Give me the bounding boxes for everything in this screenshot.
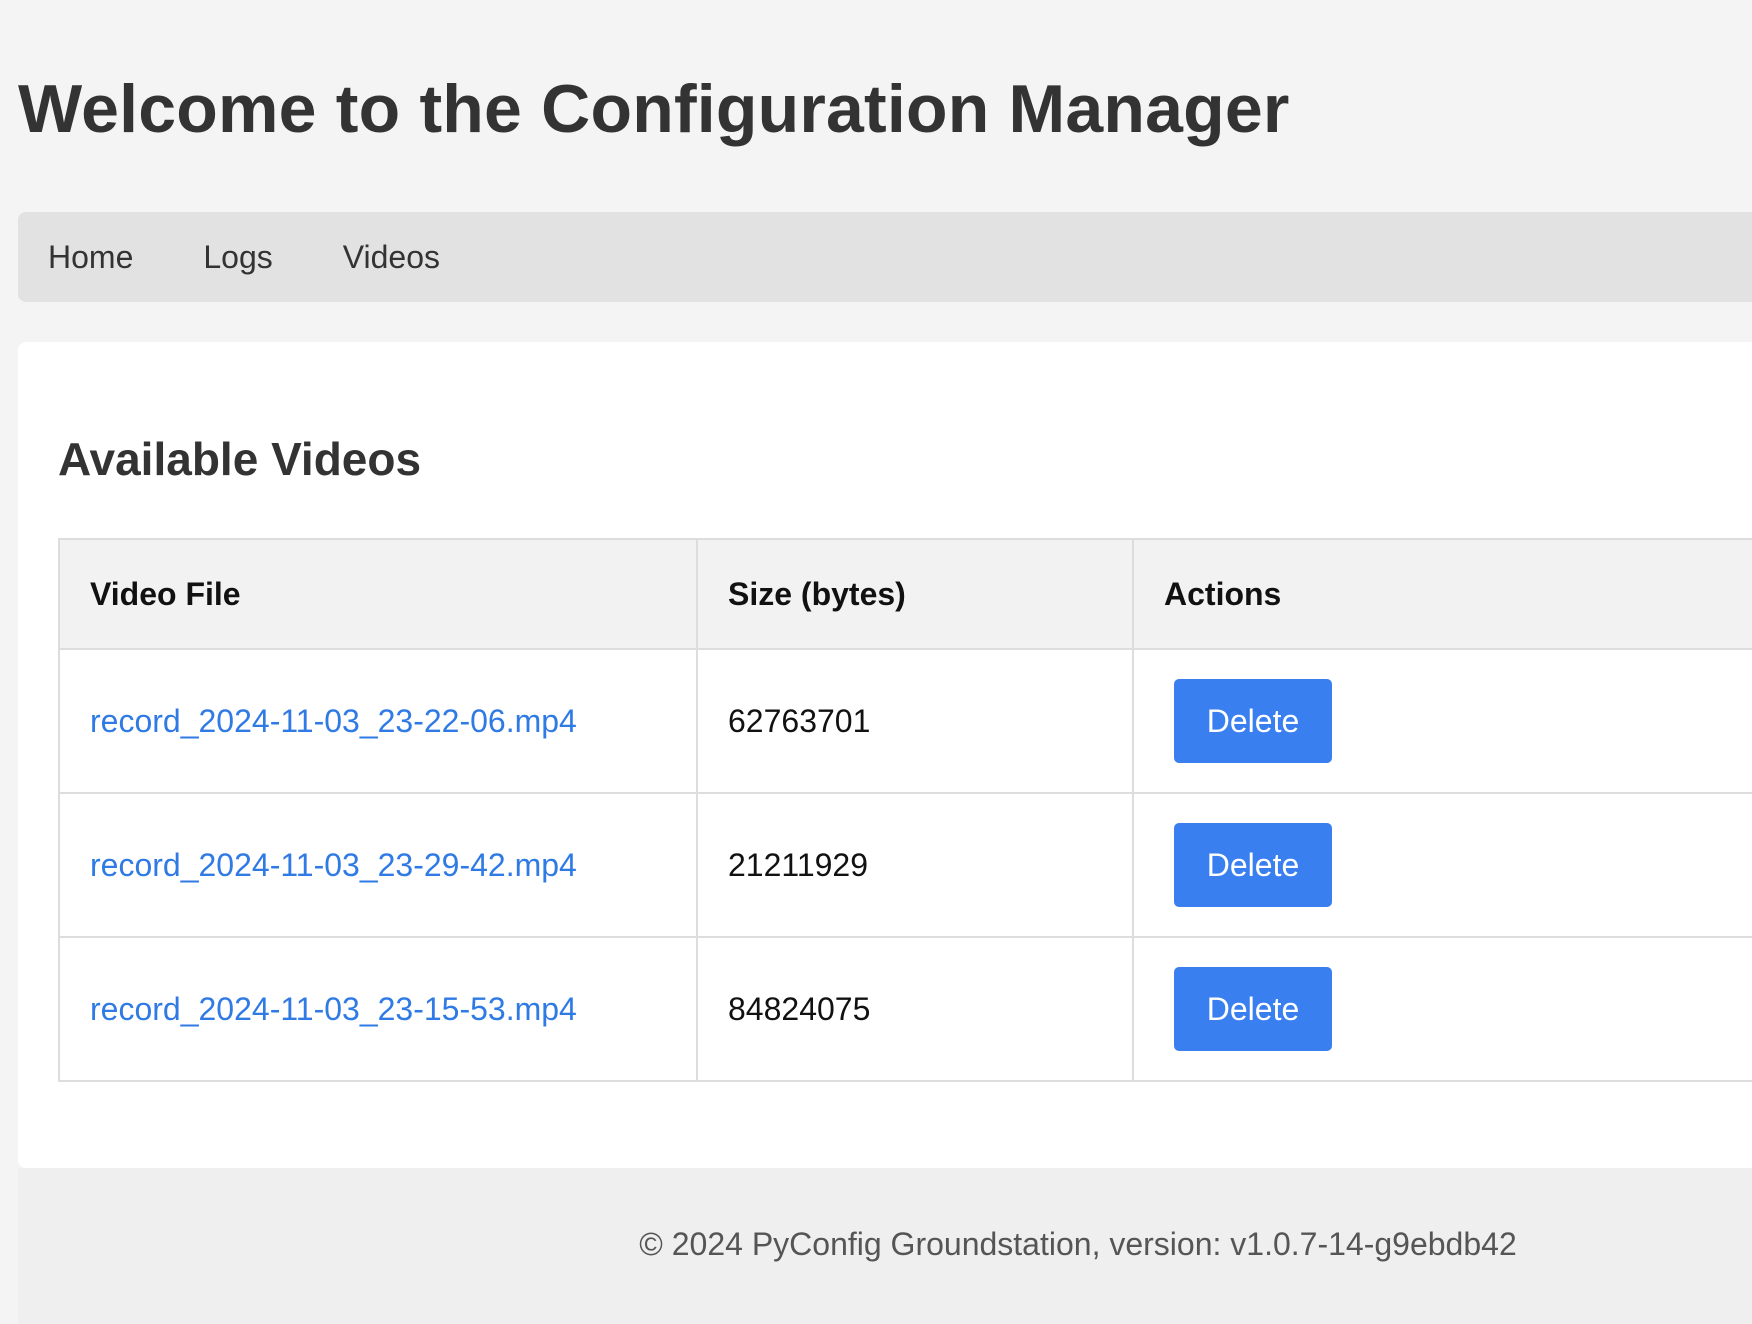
page-title: Welcome to the Configuration Manager: [18, 71, 1290, 147]
footer: © 2024 PyConfig Groundstation, version: …: [18, 1168, 1752, 1324]
video-file-link[interactable]: record_2024-11-03_23-22-06.mp4: [90, 703, 577, 739]
nav-link-logs[interactable]: Logs: [203, 239, 272, 276]
video-actions-cell: Delete: [1132, 792, 1752, 938]
delete-button[interactable]: Delete: [1174, 679, 1332, 763]
section-title: Available Videos: [58, 433, 422, 485]
delete-button[interactable]: Delete: [1174, 967, 1332, 1051]
table-row: record_2024-11-03_23-22-06.mp4 62763701 …: [58, 648, 1752, 794]
delete-button[interactable]: Delete: [1174, 823, 1332, 907]
video-actions-cell: Delete: [1132, 648, 1752, 794]
nav-link-videos[interactable]: Videos: [343, 239, 440, 276]
nav-bar: Home Logs Videos: [18, 212, 1752, 302]
video-file-cell: record_2024-11-03_23-22-06.mp4: [58, 648, 698, 794]
video-size-cell: 62763701: [696, 648, 1134, 794]
video-size-cell: 21211929: [696, 792, 1134, 938]
video-size-cell: 84824075: [696, 936, 1134, 1082]
table-row: record_2024-11-03_23-15-53.mp4 84824075 …: [58, 936, 1752, 1082]
video-file-cell: record_2024-11-03_23-29-42.mp4: [58, 792, 698, 938]
video-file-link[interactable]: record_2024-11-03_23-29-42.mp4: [90, 847, 577, 883]
videos-card: Available Videos Video File Size (bytes)…: [18, 342, 1752, 1168]
column-header-video-file: Video File: [58, 538, 698, 650]
nav-link-home[interactable]: Home: [48, 239, 133, 276]
column-header-size: Size (bytes): [696, 538, 1134, 650]
table-row: record_2024-11-03_23-29-42.mp4 21211929 …: [58, 792, 1752, 938]
column-header-actions: Actions: [1132, 538, 1752, 650]
table-header-row: Video File Size (bytes) Actions: [58, 538, 1752, 650]
footer-text: © 2024 PyConfig Groundstation, version: …: [639, 1226, 1517, 1262]
video-file-cell: record_2024-11-03_23-15-53.mp4: [58, 936, 698, 1082]
videos-table: Video File Size (bytes) Actions record_2…: [58, 538, 1752, 1082]
video-actions-cell: Delete: [1132, 936, 1752, 1082]
video-file-link[interactable]: record_2024-11-03_23-15-53.mp4: [90, 991, 577, 1027]
